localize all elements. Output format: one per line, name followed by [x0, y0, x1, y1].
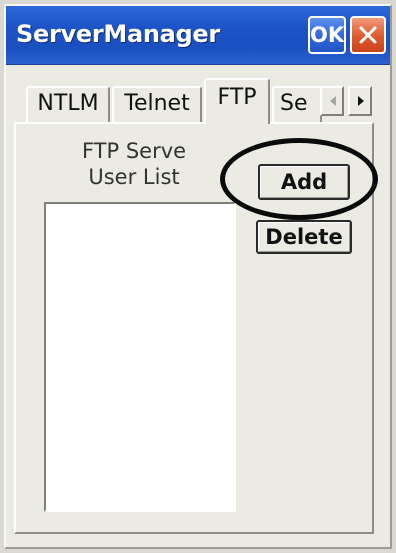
window-title: ServerManager: [16, 20, 220, 48]
title-bar[interactable]: ServerManager OK: [6, 6, 390, 65]
chevron-right-icon: [358, 96, 364, 106]
add-button[interactable]: Add: [258, 164, 350, 200]
close-icon: [359, 26, 377, 44]
user-list-label: FTP Serve User List: [44, 138, 224, 190]
user-list-label-line1: FTP Serve: [81, 139, 187, 163]
user-list-label-line2: User List: [88, 165, 180, 189]
tab-ntlm[interactable]: NTLM: [26, 86, 110, 122]
tab-ftp[interactable]: FTP: [204, 78, 270, 124]
ftp-user-listbox[interactable]: [44, 202, 236, 512]
tab-scroll-left-button[interactable]: [320, 86, 344, 116]
delete-button[interactable]: Delete: [256, 220, 352, 254]
tab-se[interactable]: Se: [272, 86, 322, 122]
tab-telnet[interactable]: Telnet: [112, 86, 202, 122]
chevron-left-icon: [330, 96, 336, 106]
ok-button[interactable]: OK: [308, 16, 346, 54]
tab-scroll-right-button[interactable]: [348, 86, 372, 116]
close-button[interactable]: [350, 16, 386, 54]
